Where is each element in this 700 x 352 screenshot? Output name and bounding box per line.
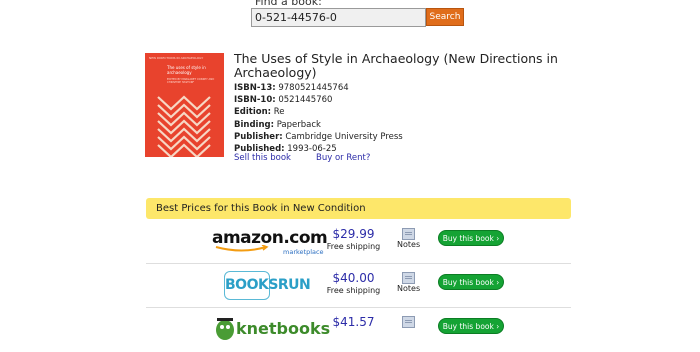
detail-isbn13: ISBN-13: 9780521445764 <box>234 82 403 94</box>
booksrun-logo[interactable]: BOOKSRUN <box>224 271 311 300</box>
offer-row-amazon: amazon.com marketplace $29.99 Free shipp… <box>146 220 571 264</box>
offer-row-booksrun: BOOKSRUN $40.00 Free shipping Notes Buy … <box>146 264 571 308</box>
detail-value: Cambridge University Press <box>285 131 403 142</box>
offer-shipping: Free shipping <box>326 242 381 251</box>
cover-title-text: The uses of style in archaeology <box>167 65 206 75</box>
sell-this-book-link[interactable]: Sell this book <box>234 153 291 163</box>
detail-binding: Binding: Paperback <box>234 119 403 131</box>
knetbooks-mascot-icon <box>216 318 234 340</box>
offer-row-knetbooks: knetbooks $41.57 Buy this book › <box>146 308 571 352</box>
buy-this-book-button[interactable]: Buy this book › <box>438 318 504 334</box>
notes-icon[interactable] <box>402 272 415 284</box>
detail-label: ISBN-10: <box>234 95 276 106</box>
detail-isbn10: ISBN-10: 0521445760 <box>234 94 403 106</box>
buy-or-rent-link[interactable]: Buy or Rent? <box>316 153 370 163</box>
notes-icon[interactable] <box>402 316 415 328</box>
notes-icon[interactable] <box>402 228 415 240</box>
search-label: Find a book: <box>255 0 322 8</box>
detail-label: ISBN-13: <box>234 83 276 93</box>
knetbooks-logo[interactable]: knetbooks <box>210 310 330 350</box>
detail-value: Re <box>273 107 285 118</box>
offer-price: $41.57 <box>332 315 375 329</box>
detail-label: Edition: <box>234 107 272 118</box>
cover-series-text: NEW DIRECTIONS IN ARCHAEOLOGY <box>149 56 204 60</box>
buy-this-book-button[interactable]: Buy this book › <box>438 274 504 290</box>
book-details: ISBN-13: 9780521445764 ISBN-10: 05214457… <box>234 82 403 155</box>
notes-label[interactable]: Notes <box>397 240 420 249</box>
best-prices-heading: Best Prices for this Book in New Conditi… <box>146 198 571 219</box>
book-cover-image: NEW DIRECTIONS IN ARCHAEOLOGY The uses o… <box>145 53 224 157</box>
detail-value: 9780521445764 <box>278 83 349 93</box>
detail-label: Binding: <box>234 119 274 130</box>
detail-value: 0521445760 <box>278 95 333 106</box>
detail-edition: Edition: Re <box>234 106 403 118</box>
offer-price: $40.00 <box>332 271 375 285</box>
notes-label[interactable]: Notes <box>397 284 420 293</box>
detail-value: Paperback <box>276 119 321 130</box>
knetbooks-logo-text: knetbooks <box>236 319 331 338</box>
offer-price: $29.99 <box>332 227 375 241</box>
amazon-logo-subtext: marketplace <box>283 248 324 256</box>
search-button[interactable]: Search <box>426 8 464 26</box>
detail-label: Publisher: <box>234 131 283 142</box>
amazon-smile-icon <box>215 245 269 252</box>
offer-shipping: Free shipping <box>326 286 381 295</box>
cover-editors-text: EDITED BY MARGARET CONKEY AND CHRISTINE … <box>167 78 215 84</box>
book-title: The Uses of Style in Archaeology (New Di… <box>234 51 558 80</box>
search-input[interactable] <box>251 8 426 27</box>
amazon-logo[interactable]: amazon.com marketplace <box>212 228 328 258</box>
detail-publisher: Publisher: Cambridge University Press <box>234 131 403 143</box>
buy-this-book-button[interactable]: Buy this book › <box>438 230 504 246</box>
